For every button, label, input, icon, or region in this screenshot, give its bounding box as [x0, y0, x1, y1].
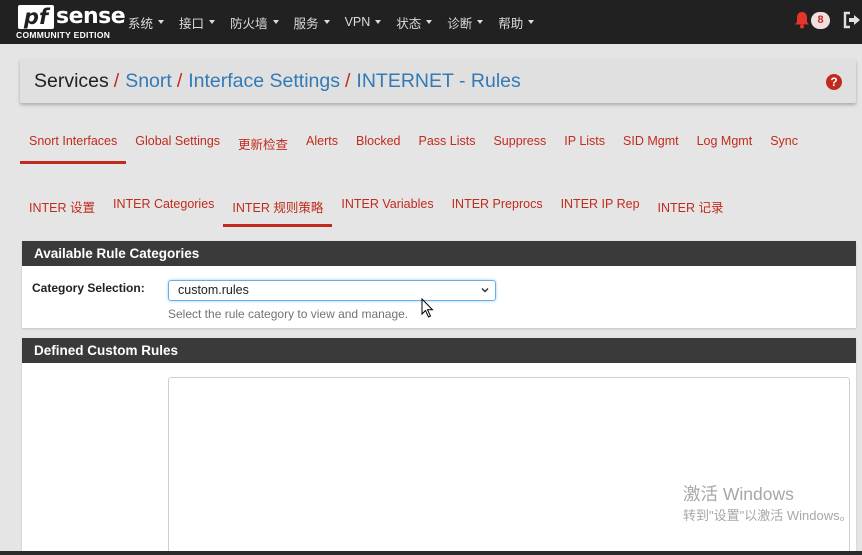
- menu-diagnostics[interactable]: 诊断: [447, 13, 484, 32]
- logo-wordmark: sense: [56, 4, 126, 29]
- activation-watermark-subtitle: 转到"设置"以激活 Windows。: [683, 508, 853, 523]
- breadcrumb-link-current[interactable]: INTERNET - Rules: [356, 70, 520, 93]
- menu-status[interactable]: 状态: [396, 13, 433, 32]
- activation-watermark-title: 激活 Windows: [683, 484, 794, 504]
- breadcrumb-separator: /: [113, 69, 120, 92]
- tab-sync[interactable]: Sync: [761, 130, 807, 164]
- category-select[interactable]: custom.rules: [168, 280, 496, 301]
- menu-label: 服务: [293, 16, 319, 31]
- tab-inter-rules[interactable]: INTER 规则策略: [223, 193, 333, 227]
- interface-tabs: INTER 设置 INTER Categories INTER 规则策略 INT…: [20, 193, 733, 227]
- menu-system[interactable]: 系统: [128, 13, 165, 32]
- tab-inter-variables[interactable]: INTER Variables: [332, 193, 442, 227]
- category-selection-label: Category Selection:: [32, 281, 145, 295]
- breadcrumb-link-snort[interactable]: Snort: [125, 70, 172, 93]
- category-select-value: custom.rules: [178, 283, 249, 297]
- menu-help[interactable]: 帮助: [498, 13, 535, 32]
- caret-down-icon: [323, 20, 330, 24]
- rule-categories-panel: Available Rule Categories Category Selec…: [22, 241, 856, 328]
- bell-icon[interactable]: [794, 11, 810, 29]
- menu-firewall[interactable]: 防火墙: [230, 13, 279, 32]
- tab-alerts[interactable]: Alerts: [297, 130, 347, 164]
- panel-heading: Available Rule Categories: [22, 241, 856, 266]
- menu-label: 诊断: [447, 16, 473, 31]
- mouse-cursor-icon: [421, 298, 434, 318]
- logo-edition: COMMUNITY EDITION: [16, 30, 111, 40]
- menu-label: 帮助: [498, 16, 524, 31]
- help-icon[interactable]: ?: [826, 74, 842, 90]
- custom-rules-textarea[interactable]: [168, 377, 850, 555]
- logo-pf-mark: pf: [18, 5, 54, 29]
- tab-snort-interfaces[interactable]: Snort Interfaces: [20, 130, 127, 164]
- notification-count-badge[interactable]: 8: [811, 12, 830, 29]
- menu-label: 状态: [396, 16, 422, 31]
- breadcrumb-panel: Services / Snort / Interface Settings / …: [20, 59, 856, 103]
- breadcrumb: Services / Snort / Interface Settings / …: [34, 59, 521, 103]
- tab-sid-mgmt[interactable]: SID Mgmt: [614, 130, 688, 164]
- tab-global-settings[interactable]: Global Settings: [126, 130, 229, 164]
- category-help-text: Select the rule category to view and man…: [168, 307, 409, 321]
- tab-pass-lists[interactable]: Pass Lists: [409, 130, 484, 164]
- breadcrumb-link-interface-settings[interactable]: Interface Settings: [188, 70, 340, 93]
- main-menu: 系统 接口 防火墙 服务 VPN 状态 诊断 帮助: [128, 0, 549, 44]
- pfsense-logo[interactable]: pf sense COMMUNITY EDITION: [16, 4, 126, 40]
- menu-label: 防火墙: [230, 16, 268, 31]
- tab-blocked[interactable]: Blocked: [347, 130, 409, 164]
- menu-label: 系统: [128, 16, 154, 31]
- tab-updates[interactable]: 更新检查: [229, 130, 297, 164]
- caret-down-icon: [272, 20, 279, 24]
- tab-ip-lists[interactable]: IP Lists: [555, 130, 614, 164]
- menu-interfaces[interactable]: 接口: [179, 13, 216, 32]
- taskbar-edge: [0, 551, 862, 555]
- breadcrumb-separator: /: [176, 69, 183, 92]
- menu-label: 接口: [179, 16, 205, 31]
- tab-inter-categories[interactable]: INTER Categories: [104, 193, 223, 227]
- caret-down-icon: [477, 20, 484, 24]
- menu-services[interactable]: 服务: [294, 13, 330, 32]
- tab-suppress[interactable]: Suppress: [484, 130, 555, 164]
- menu-label: VPN: [344, 15, 371, 29]
- breadcrumb-separator: /: [345, 69, 351, 92]
- panel-heading: Defined Custom Rules: [22, 338, 856, 363]
- caret-down-icon: [209, 20, 216, 24]
- chevron-down-icon: [481, 287, 489, 293]
- primary-tabs: Snort Interfaces Global Settings 更新检查 Al…: [20, 130, 807, 164]
- caret-down-icon: [426, 20, 433, 24]
- caret-down-icon: [375, 20, 382, 24]
- breadcrumb-root: Services: [34, 69, 109, 92]
- tab-inter-logs[interactable]: INTER 记录: [649, 193, 733, 227]
- tab-log-mgmt[interactable]: Log Mgmt: [688, 130, 762, 164]
- top-navbar: pf sense COMMUNITY EDITION 系统 接口 防火墙 服务 …: [0, 0, 862, 44]
- caret-down-icon: [528, 20, 535, 24]
- tab-inter-settings[interactable]: INTER 设置: [20, 193, 104, 227]
- menu-vpn[interactable]: VPN: [345, 15, 382, 29]
- tab-inter-preprocs[interactable]: INTER Preprocs: [443, 193, 552, 227]
- sign-out-icon[interactable]: [843, 11, 861, 29]
- tab-inter-ip-rep[interactable]: INTER IP Rep: [552, 193, 649, 227]
- caret-down-icon: [158, 20, 165, 24]
